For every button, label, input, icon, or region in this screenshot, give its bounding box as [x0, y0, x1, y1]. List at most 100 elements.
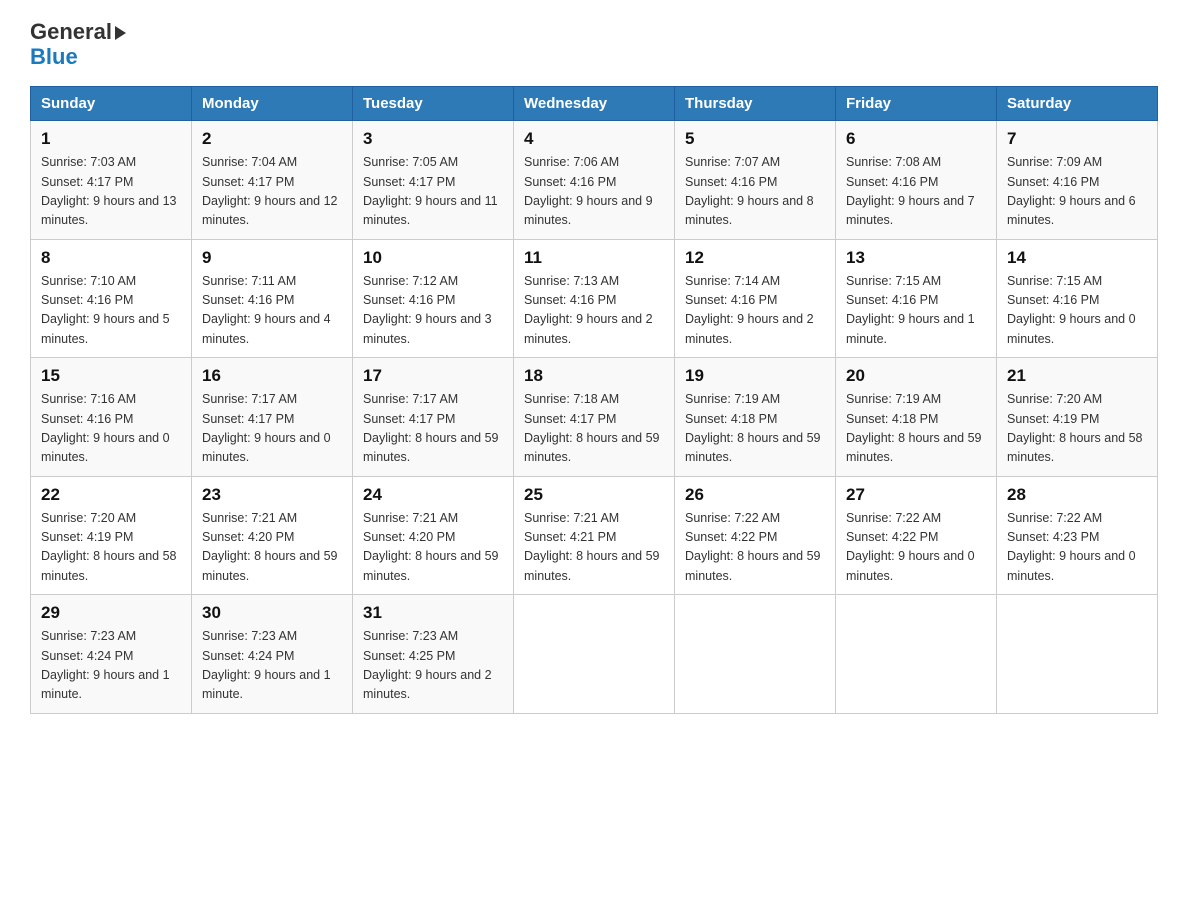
day-number: 18 — [524, 366, 664, 386]
calendar-week-row: 8 Sunrise: 7:10 AMSunset: 4:16 PMDayligh… — [31, 239, 1158, 358]
calendar-day-cell — [997, 595, 1158, 714]
day-number: 8 — [41, 248, 181, 268]
day-number: 28 — [1007, 485, 1147, 505]
day-info: Sunrise: 7:19 AMSunset: 4:18 PMDaylight:… — [685, 392, 821, 464]
day-number: 30 — [202, 603, 342, 623]
day-number: 10 — [363, 248, 503, 268]
day-info: Sunrise: 7:06 AMSunset: 4:16 PMDaylight:… — [524, 155, 653, 227]
day-number: 13 — [846, 248, 986, 268]
calendar-day-cell: 23 Sunrise: 7:21 AMSunset: 4:20 PMDaylig… — [192, 476, 353, 595]
calendar-day-cell: 3 Sunrise: 7:05 AMSunset: 4:17 PMDayligh… — [353, 121, 514, 240]
day-info: Sunrise: 7:18 AMSunset: 4:17 PMDaylight:… — [524, 392, 660, 464]
calendar-day-cell: 6 Sunrise: 7:08 AMSunset: 4:16 PMDayligh… — [836, 121, 997, 240]
day-number: 12 — [685, 248, 825, 268]
logo-blue-text: Blue — [30, 44, 78, 70]
calendar-day-cell: 15 Sunrise: 7:16 AMSunset: 4:16 PMDaylig… — [31, 358, 192, 477]
day-number: 16 — [202, 366, 342, 386]
calendar-day-cell: 18 Sunrise: 7:18 AMSunset: 4:17 PMDaylig… — [514, 358, 675, 477]
day-number: 7 — [1007, 129, 1147, 149]
weekday-header: Monday — [192, 87, 353, 121]
day-info: Sunrise: 7:11 AMSunset: 4:16 PMDaylight:… — [202, 274, 331, 346]
day-info: Sunrise: 7:22 AMSunset: 4:23 PMDaylight:… — [1007, 511, 1136, 583]
calendar-week-row: 22 Sunrise: 7:20 AMSunset: 4:19 PMDaylig… — [31, 476, 1158, 595]
day-number: 1 — [41, 129, 181, 149]
day-number: 6 — [846, 129, 986, 149]
day-info: Sunrise: 7:12 AMSunset: 4:16 PMDaylight:… — [363, 274, 492, 346]
calendar-day-cell: 31 Sunrise: 7:23 AMSunset: 4:25 PMDaylig… — [353, 595, 514, 714]
calendar-day-cell: 9 Sunrise: 7:11 AMSunset: 4:16 PMDayligh… — [192, 239, 353, 358]
logo: General Blue — [30, 20, 126, 70]
calendar-day-cell: 4 Sunrise: 7:06 AMSunset: 4:16 PMDayligh… — [514, 121, 675, 240]
calendar-day-cell: 8 Sunrise: 7:10 AMSunset: 4:16 PMDayligh… — [31, 239, 192, 358]
day-number: 23 — [202, 485, 342, 505]
day-number: 11 — [524, 248, 664, 268]
day-info: Sunrise: 7:23 AMSunset: 4:24 PMDaylight:… — [202, 629, 331, 701]
logo-general-text: General — [30, 20, 112, 44]
day-info: Sunrise: 7:23 AMSunset: 4:24 PMDaylight:… — [41, 629, 170, 701]
day-number: 2 — [202, 129, 342, 149]
day-number: 27 — [846, 485, 986, 505]
calendar-day-cell — [514, 595, 675, 714]
day-info: Sunrise: 7:20 AMSunset: 4:19 PMDaylight:… — [41, 511, 177, 583]
calendar-day-cell — [675, 595, 836, 714]
weekday-header: Friday — [836, 87, 997, 121]
calendar-day-cell: 2 Sunrise: 7:04 AMSunset: 4:17 PMDayligh… — [192, 121, 353, 240]
day-info: Sunrise: 7:21 AMSunset: 4:20 PMDaylight:… — [363, 511, 499, 583]
day-number: 20 — [846, 366, 986, 386]
day-info: Sunrise: 7:21 AMSunset: 4:21 PMDaylight:… — [524, 511, 660, 583]
logo-triangle-icon — [115, 26, 126, 40]
calendar-day-cell: 22 Sunrise: 7:20 AMSunset: 4:19 PMDaylig… — [31, 476, 192, 595]
calendar-week-row: 15 Sunrise: 7:16 AMSunset: 4:16 PMDaylig… — [31, 358, 1158, 477]
calendar-day-cell: 14 Sunrise: 7:15 AMSunset: 4:16 PMDaylig… — [997, 239, 1158, 358]
weekday-header: Sunday — [31, 87, 192, 121]
calendar-day-cell: 12 Sunrise: 7:14 AMSunset: 4:16 PMDaylig… — [675, 239, 836, 358]
day-info: Sunrise: 7:10 AMSunset: 4:16 PMDaylight:… — [41, 274, 170, 346]
day-info: Sunrise: 7:22 AMSunset: 4:22 PMDaylight:… — [846, 511, 975, 583]
day-number: 24 — [363, 485, 503, 505]
day-info: Sunrise: 7:08 AMSunset: 4:16 PMDaylight:… — [846, 155, 975, 227]
weekday-header: Saturday — [997, 87, 1158, 121]
calendar-day-cell: 28 Sunrise: 7:22 AMSunset: 4:23 PMDaylig… — [997, 476, 1158, 595]
calendar-day-cell: 24 Sunrise: 7:21 AMSunset: 4:20 PMDaylig… — [353, 476, 514, 595]
day-info: Sunrise: 7:19 AMSunset: 4:18 PMDaylight:… — [846, 392, 982, 464]
day-number: 21 — [1007, 366, 1147, 386]
day-number: 22 — [41, 485, 181, 505]
calendar-day-cell: 25 Sunrise: 7:21 AMSunset: 4:21 PMDaylig… — [514, 476, 675, 595]
calendar-day-cell: 5 Sunrise: 7:07 AMSunset: 4:16 PMDayligh… — [675, 121, 836, 240]
calendar-day-cell: 27 Sunrise: 7:22 AMSunset: 4:22 PMDaylig… — [836, 476, 997, 595]
day-number: 9 — [202, 248, 342, 268]
day-number: 19 — [685, 366, 825, 386]
day-info: Sunrise: 7:15 AMSunset: 4:16 PMDaylight:… — [846, 274, 975, 346]
calendar-day-cell: 30 Sunrise: 7:23 AMSunset: 4:24 PMDaylig… — [192, 595, 353, 714]
day-info: Sunrise: 7:17 AMSunset: 4:17 PMDaylight:… — [202, 392, 331, 464]
calendar-day-cell: 1 Sunrise: 7:03 AMSunset: 4:17 PMDayligh… — [31, 121, 192, 240]
calendar-day-cell: 26 Sunrise: 7:22 AMSunset: 4:22 PMDaylig… — [675, 476, 836, 595]
calendar-day-cell: 21 Sunrise: 7:20 AMSunset: 4:19 PMDaylig… — [997, 358, 1158, 477]
weekday-header-row: SundayMondayTuesdayWednesdayThursdayFrid… — [31, 87, 1158, 121]
day-info: Sunrise: 7:21 AMSunset: 4:20 PMDaylight:… — [202, 511, 338, 583]
day-number: 3 — [363, 129, 503, 149]
calendar-day-cell: 7 Sunrise: 7:09 AMSunset: 4:16 PMDayligh… — [997, 121, 1158, 240]
day-number: 31 — [363, 603, 503, 623]
calendar-week-row: 1 Sunrise: 7:03 AMSunset: 4:17 PMDayligh… — [31, 121, 1158, 240]
day-number: 4 — [524, 129, 664, 149]
day-info: Sunrise: 7:22 AMSunset: 4:22 PMDaylight:… — [685, 511, 821, 583]
day-number: 14 — [1007, 248, 1147, 268]
calendar-day-cell: 17 Sunrise: 7:17 AMSunset: 4:17 PMDaylig… — [353, 358, 514, 477]
day-info: Sunrise: 7:05 AMSunset: 4:17 PMDaylight:… — [363, 155, 498, 227]
calendar-week-row: 29 Sunrise: 7:23 AMSunset: 4:24 PMDaylig… — [31, 595, 1158, 714]
day-number: 5 — [685, 129, 825, 149]
day-number: 26 — [685, 485, 825, 505]
day-number: 15 — [41, 366, 181, 386]
calendar-day-cell: 29 Sunrise: 7:23 AMSunset: 4:24 PMDaylig… — [31, 595, 192, 714]
weekday-header: Tuesday — [353, 87, 514, 121]
day-number: 17 — [363, 366, 503, 386]
weekday-header: Thursday — [675, 87, 836, 121]
day-info: Sunrise: 7:17 AMSunset: 4:17 PMDaylight:… — [363, 392, 499, 464]
day-info: Sunrise: 7:16 AMSunset: 4:16 PMDaylight:… — [41, 392, 170, 464]
day-info: Sunrise: 7:09 AMSunset: 4:16 PMDaylight:… — [1007, 155, 1136, 227]
day-number: 29 — [41, 603, 181, 623]
calendar-day-cell: 19 Sunrise: 7:19 AMSunset: 4:18 PMDaylig… — [675, 358, 836, 477]
day-info: Sunrise: 7:03 AMSunset: 4:17 PMDaylight:… — [41, 155, 177, 227]
calendar-day-cell: 20 Sunrise: 7:19 AMSunset: 4:18 PMDaylig… — [836, 358, 997, 477]
